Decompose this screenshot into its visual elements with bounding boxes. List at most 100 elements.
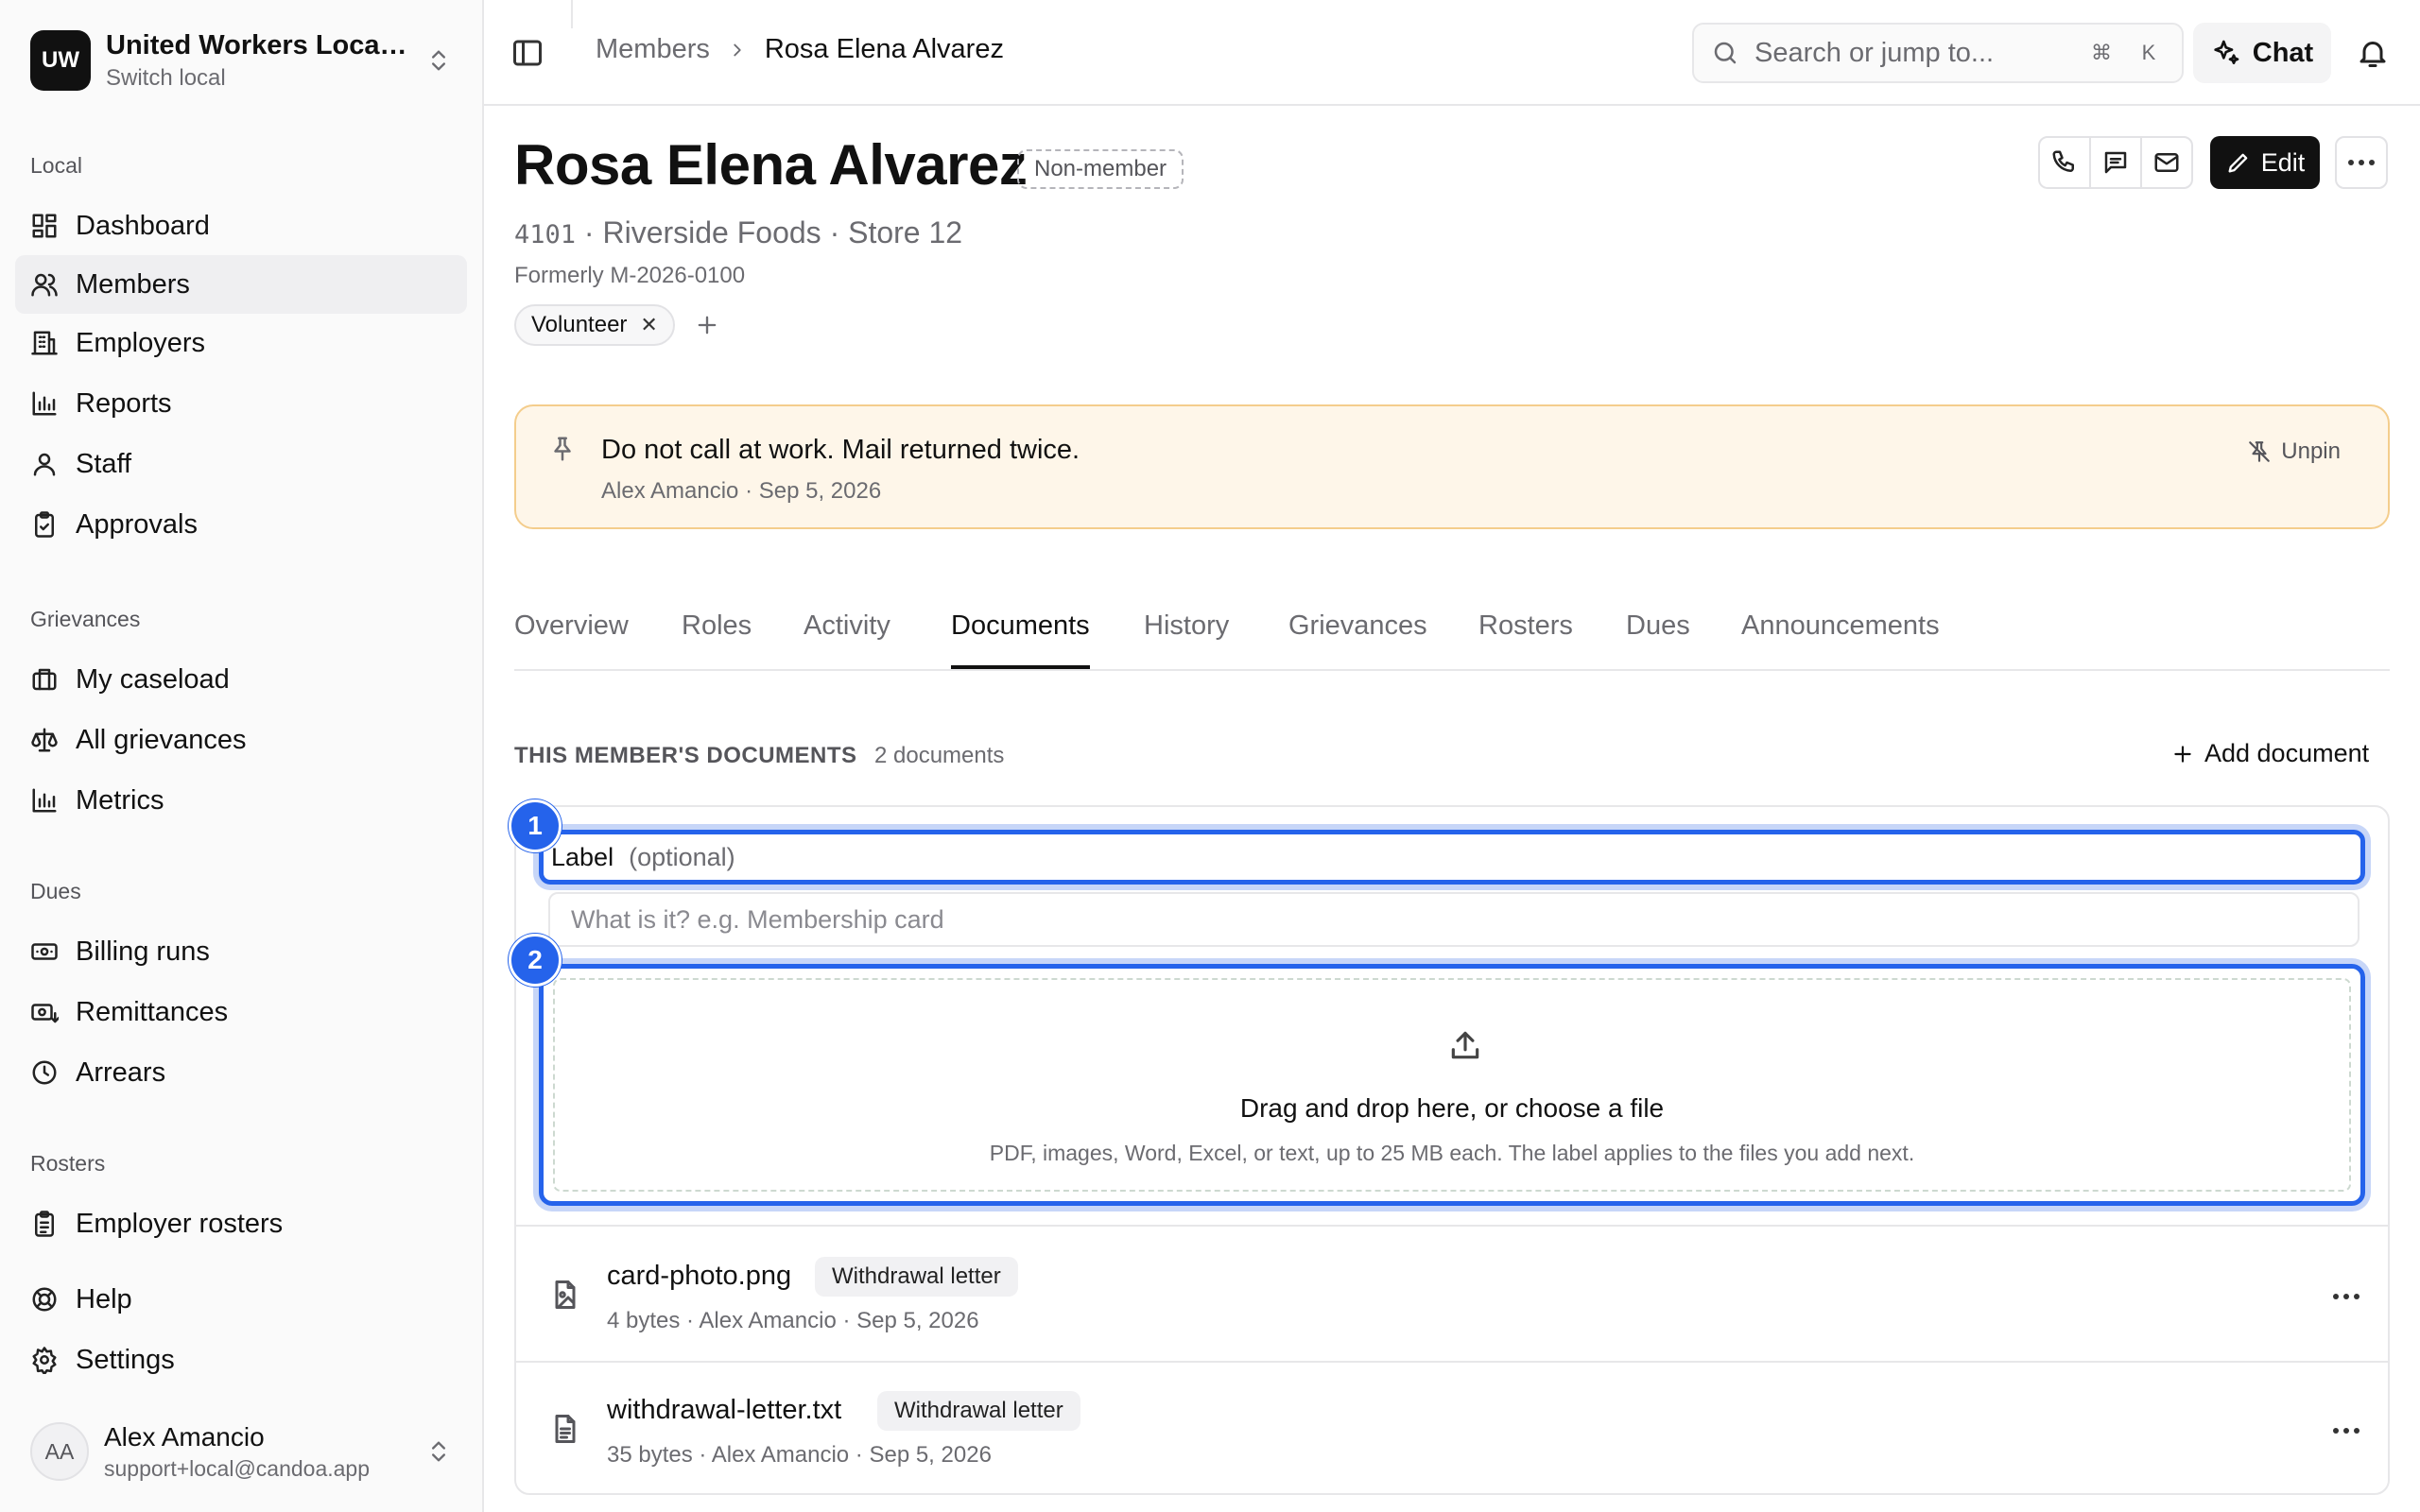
sidebar-item-arrears[interactable]: Arrears bbox=[15, 1043, 467, 1102]
file-meta: 4 bytes · Alex Amancio · Sep 5, 2026 bbox=[607, 1308, 979, 1333]
sidebar-item-remittances[interactable]: Remittances bbox=[15, 983, 467, 1041]
file-name[interactable]: card-photo.png bbox=[607, 1261, 791, 1292]
banknote-icon bbox=[31, 943, 58, 960]
documents-count: 2 documents bbox=[874, 743, 1005, 768]
sidebar-item-employer-rosters[interactable]: Employer rosters bbox=[15, 1194, 467, 1253]
sidebar-item-label: Employer rosters bbox=[76, 1208, 284, 1239]
label-field-header[interactable]: Label (optional) bbox=[539, 830, 2365, 885]
remove-tag-icon[interactable]: ✕ bbox=[640, 313, 657, 337]
dropzone-subtitle: PDF, images, Word, Excel, or text, up to… bbox=[989, 1141, 1915, 1165]
tab-dues[interactable]: Dues bbox=[1626, 610, 1690, 669]
sidebar-item-label: Remittances bbox=[76, 996, 229, 1027]
sidebar-item-approvals[interactable]: Approvals bbox=[15, 495, 467, 554]
file-dropzone[interactable]: Drag and drop here, or choose a file PDF… bbox=[539, 964, 2365, 1206]
sidebar-item-label: Staff bbox=[76, 448, 132, 479]
upload-icon bbox=[1451, 1031, 1479, 1059]
tab-roles[interactable]: Roles bbox=[682, 610, 752, 669]
bar-chart-icon bbox=[32, 788, 57, 813]
email-button[interactable] bbox=[2142, 138, 2191, 187]
edit-label: Edit bbox=[2260, 147, 2306, 177]
sidebar-item-metrics[interactable]: Metrics bbox=[15, 771, 467, 830]
tab-history[interactable]: History bbox=[1144, 610, 1229, 669]
add-tag-icon[interactable] bbox=[694, 312, 720, 338]
nav-section-grievances: Grievances bbox=[30, 607, 141, 631]
tab-rosters[interactable]: Rosters bbox=[1478, 610, 1573, 669]
pin-icon bbox=[554, 437, 571, 461]
sidebar-item-label: Help bbox=[76, 1283, 132, 1314]
pinned-note: Do not call at work. Mail returned twice… bbox=[514, 404, 2390, 529]
add-document-label: Add document bbox=[2204, 739, 2370, 767]
money-in-icon bbox=[31, 1004, 59, 1023]
dashboard-icon bbox=[32, 214, 57, 238]
workspace-switcher[interactable]: UW United Workers Local ... Switch local bbox=[15, 19, 467, 102]
breadcrumb-members-link[interactable]: Members bbox=[596, 34, 710, 65]
document-label-input[interactable] bbox=[548, 892, 2360, 947]
sidebar-item-settings[interactable]: Settings bbox=[15, 1331, 467, 1389]
sidebar-item-billing-runs[interactable]: Billing runs bbox=[15, 922, 467, 981]
add-document-button[interactable]: Add document bbox=[2170, 739, 2369, 768]
message-icon bbox=[2104, 151, 2127, 174]
sidebar-toggle-icon[interactable] bbox=[510, 36, 544, 70]
member-employer: · Riverside Foods · Store 12 bbox=[576, 215, 963, 249]
unpin-button[interactable]: Unpin bbox=[2247, 438, 2341, 465]
sidebar-item-label: Metrics bbox=[76, 784, 164, 816]
sidebar-item-employers[interactable]: Employers bbox=[15, 314, 467, 372]
breadcrumb-current: Rosa Elena Alvarez bbox=[764, 34, 1004, 64]
documents-heading: THIS MEMBER'S DOCUMENTS bbox=[514, 743, 857, 768]
user-menu[interactable]: AA Alex Amancio support+local@candoa.app bbox=[15, 1418, 467, 1486]
users-icon bbox=[31, 273, 58, 297]
clipboard-list-icon bbox=[35, 1211, 54, 1237]
call-button[interactable] bbox=[2040, 138, 2091, 187]
workspace-switch-label: Switch local bbox=[106, 64, 226, 91]
plus-icon bbox=[2174, 745, 2191, 763]
nav-section-rosters: Rosters bbox=[30, 1151, 106, 1176]
list-item[interactable]: withdrawal-letter.txt Withdrawal letter … bbox=[516, 1361, 2388, 1495]
file-tag: Withdrawal letter bbox=[815, 1257, 1018, 1297]
message-button[interactable] bbox=[2091, 138, 2142, 187]
more-actions-button[interactable] bbox=[2335, 136, 2388, 189]
user-name: Alex Amancio bbox=[104, 1421, 265, 1452]
label-field-optional: (optional) bbox=[629, 842, 735, 871]
file-name[interactable]: withdrawal-letter.txt bbox=[607, 1395, 841, 1426]
contact-actions bbox=[2038, 136, 2193, 189]
tab-announcements[interactable]: Announcements bbox=[1741, 610, 1940, 669]
sidebar-item-label: Approvals bbox=[76, 508, 198, 540]
sidebar-item-label: My caseload bbox=[76, 663, 230, 695]
sparkles-icon bbox=[2214, 40, 2239, 64]
pencil-icon bbox=[2228, 153, 2248, 173]
tag-chip: Volunteer ✕ bbox=[514, 304, 675, 346]
file-more-button[interactable] bbox=[2331, 1281, 2361, 1312]
tab-documents[interactable]: Documents bbox=[951, 610, 1090, 669]
sidebar-item-reports[interactable]: Reports bbox=[15, 374, 467, 433]
chevron-right-icon bbox=[734, 43, 741, 56]
gear-icon bbox=[32, 1347, 57, 1374]
file-more-button[interactable] bbox=[2331, 1416, 2361, 1446]
sidebar-item-help[interactable]: Help bbox=[15, 1270, 467, 1329]
breadcrumb: Members Rosa Elena Alvarez bbox=[596, 34, 1004, 65]
chat-button[interactable]: Chat bbox=[2193, 23, 2331, 83]
tab-bar: Overview Roles Activity Documents Histor… bbox=[514, 595, 2390, 671]
search-placeholder: Search or jump to... bbox=[1754, 37, 1995, 68]
search-input[interactable]: Search or jump to... ⌘ K bbox=[1692, 23, 2184, 83]
tab-grievances[interactable]: Grievances bbox=[1288, 610, 1427, 669]
sidebar-item-all-grievances[interactable]: All grievances bbox=[15, 711, 467, 769]
list-item[interactable]: card-photo.png Withdrawal letter 4 bytes… bbox=[516, 1228, 2388, 1363]
shortcut-k-key: K bbox=[2141, 41, 2156, 64]
tab-activity[interactable]: Activity bbox=[804, 610, 890, 669]
tab-overview[interactable]: Overview bbox=[514, 610, 629, 669]
nav-section-dues: Dues bbox=[30, 879, 81, 903]
sidebar-item-label: Employers bbox=[76, 327, 205, 358]
sidebar-item-my-caseload[interactable]: My caseload bbox=[15, 650, 467, 709]
sidebar-item-members[interactable]: Members bbox=[15, 255, 467, 314]
sidebar-item-dashboard[interactable]: Dashboard bbox=[15, 197, 467, 255]
tag-label: Volunteer bbox=[531, 312, 628, 337]
sidebar-item-label: Settings bbox=[76, 1344, 175, 1375]
sidebar-item-staff[interactable]: Staff bbox=[15, 435, 467, 493]
file-tag: Withdrawal letter bbox=[877, 1391, 1080, 1431]
more-horizontal-icon bbox=[2348, 160, 2375, 165]
sidebar-item-label: Dashboard bbox=[76, 210, 210, 241]
bell-icon[interactable] bbox=[2356, 36, 2390, 70]
edit-button[interactable]: Edit bbox=[2210, 136, 2320, 189]
avatar: AA bbox=[30, 1422, 89, 1481]
chevron-up-down-icon bbox=[432, 50, 445, 71]
